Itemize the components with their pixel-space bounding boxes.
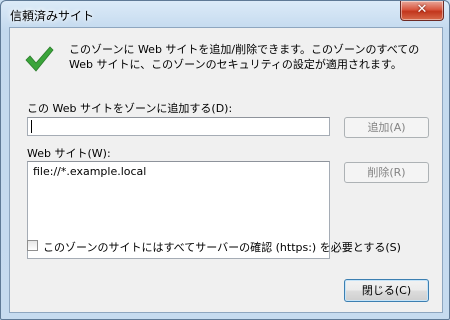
dialog-body: このゾーンに Web サイトを追加/削除できます。このゾーンのすべての Web … bbox=[9, 27, 443, 313]
window-title: 信頼済みサイト bbox=[10, 9, 95, 23]
title-bar[interactable]: 信頼済みサイト ✕ bbox=[1, 1, 449, 27]
add-site-label: この Web サイトをゾーンに追加する(D): bbox=[27, 102, 233, 115]
add-site-input[interactable] bbox=[27, 117, 330, 136]
add-button[interactable]: 追加(A) bbox=[344, 117, 429, 138]
text-caret bbox=[31, 120, 32, 133]
require-https-checkbox[interactable] bbox=[27, 240, 38, 251]
require-https-label[interactable]: このゾーンのサイトにはすべてサーバーの確認 (https:) を必要とする(S) bbox=[43, 239, 401, 255]
checkmark-icon bbox=[25, 46, 54, 72]
websites-label: Web サイト(W): bbox=[27, 147, 111, 160]
window-close-button[interactable]: ✕ bbox=[400, 1, 444, 21]
close-button[interactable]: 閉じる(C) bbox=[344, 279, 429, 302]
trusted-sites-dialog: 信頼済みサイト ✕ このゾーンに Web サイトを追加/削除できます。このゾーン… bbox=[0, 0, 450, 320]
zone-description: このゾーンに Web サイトを追加/削除できます。このゾーンのすべての Web … bbox=[69, 43, 420, 71]
close-icon: ✕ bbox=[416, 2, 428, 17]
list-item[interactable]: file://*.example.local bbox=[33, 165, 146, 178]
remove-button[interactable]: 削除(R) bbox=[344, 162, 429, 183]
